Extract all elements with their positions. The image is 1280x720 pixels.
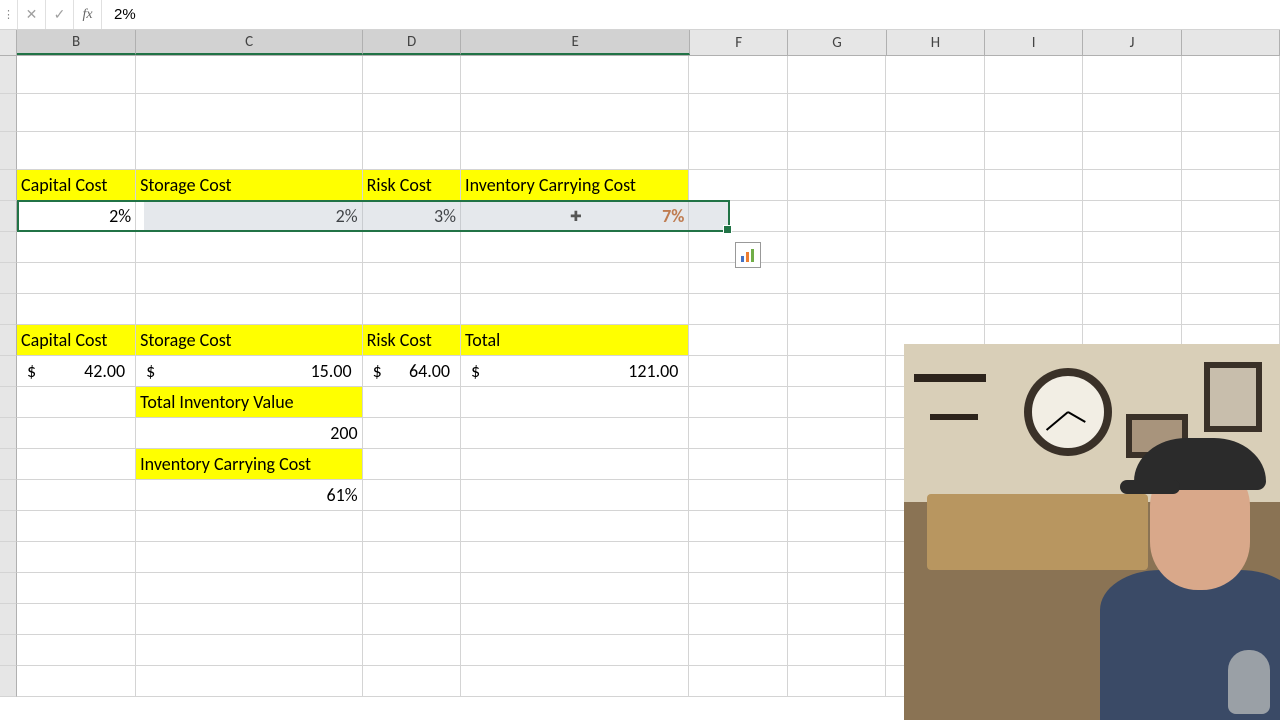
header2-storage-cost[interactable]: Storage Cost <box>136 325 362 356</box>
quick-analysis-icon[interactable] <box>735 242 761 268</box>
cell-capital-cost-amt[interactable]: $42.00 <box>17 356 136 387</box>
cell-total-inventory-value[interactable]: 200 <box>136 418 362 449</box>
header-capital-cost[interactable]: Capital Cost <box>17 170 136 201</box>
cell-storage-cost-amt[interactable]: $15.00 <box>136 356 362 387</box>
header2-risk-cost[interactable]: Risk Cost <box>363 325 461 356</box>
cell-inventory-carrying-cost[interactable]: 61% <box>136 480 362 511</box>
col-header-e[interactable]: E <box>461 30 690 55</box>
select-all-corner[interactable] <box>0 30 17 55</box>
header-storage-cost[interactable]: Storage Cost <box>136 170 362 201</box>
cell-inventory-carrying-cost-pct[interactable]: 7% <box>461 201 689 232</box>
col-header-k[interactable] <box>1182 30 1280 55</box>
clock-icon <box>1024 368 1112 456</box>
cell-risk-cost-amt[interactable]: $64.00 <box>363 356 461 387</box>
col-header-h[interactable]: H <box>887 30 985 55</box>
formula-bar-handle[interactable]: ⋮ <box>0 0 18 29</box>
webcam-overlay <box>904 344 1280 720</box>
formula-input[interactable] <box>102 6 1280 23</box>
col-header-j[interactable]: J <box>1083 30 1181 55</box>
header2-capital-cost[interactable]: Capital Cost <box>17 325 136 356</box>
col-header-i[interactable]: I <box>985 30 1083 55</box>
header-risk-cost[interactable]: Risk Cost <box>363 170 461 201</box>
cancel-icon[interactable]: ✕ <box>18 0 46 29</box>
table-row: 2% 2% 3% 7% <box>0 201 1280 232</box>
header-inventory-carrying-cost[interactable]: Inventory Carrying Cost <box>461 170 689 201</box>
cell-storage-cost-pct[interactable]: 2% <box>136 201 362 232</box>
cell-capital-cost-pct[interactable]: 2% <box>17 201 136 232</box>
label-total-inventory-value[interactable]: Total Inventory Value <box>136 387 362 418</box>
formula-bar: ⋮ ✕ ✓ fx <box>0 0 1280 30</box>
label-inventory-carrying-cost[interactable]: Inventory Carrying Cost <box>136 449 362 480</box>
column-headers: B C D E F G H I J <box>0 30 1280 56</box>
microphone-icon <box>1228 650 1270 714</box>
cell-risk-cost-pct[interactable]: 3% <box>363 201 461 232</box>
header2-total[interactable]: Total <box>461 325 689 356</box>
col-header-c[interactable]: C <box>136 30 363 55</box>
table-row: Capital Cost Storage Cost Risk Cost Inve… <box>0 170 1280 201</box>
enter-icon[interactable]: ✓ <box>46 0 74 29</box>
col-header-d[interactable]: D <box>363 30 461 55</box>
fx-icon[interactable]: fx <box>74 0 102 29</box>
col-header-b[interactable]: B <box>17 30 136 55</box>
col-header-g[interactable]: G <box>788 30 886 55</box>
col-header-f[interactable]: F <box>690 30 788 55</box>
cell-total-amt[interactable]: $121.00 <box>461 356 689 387</box>
